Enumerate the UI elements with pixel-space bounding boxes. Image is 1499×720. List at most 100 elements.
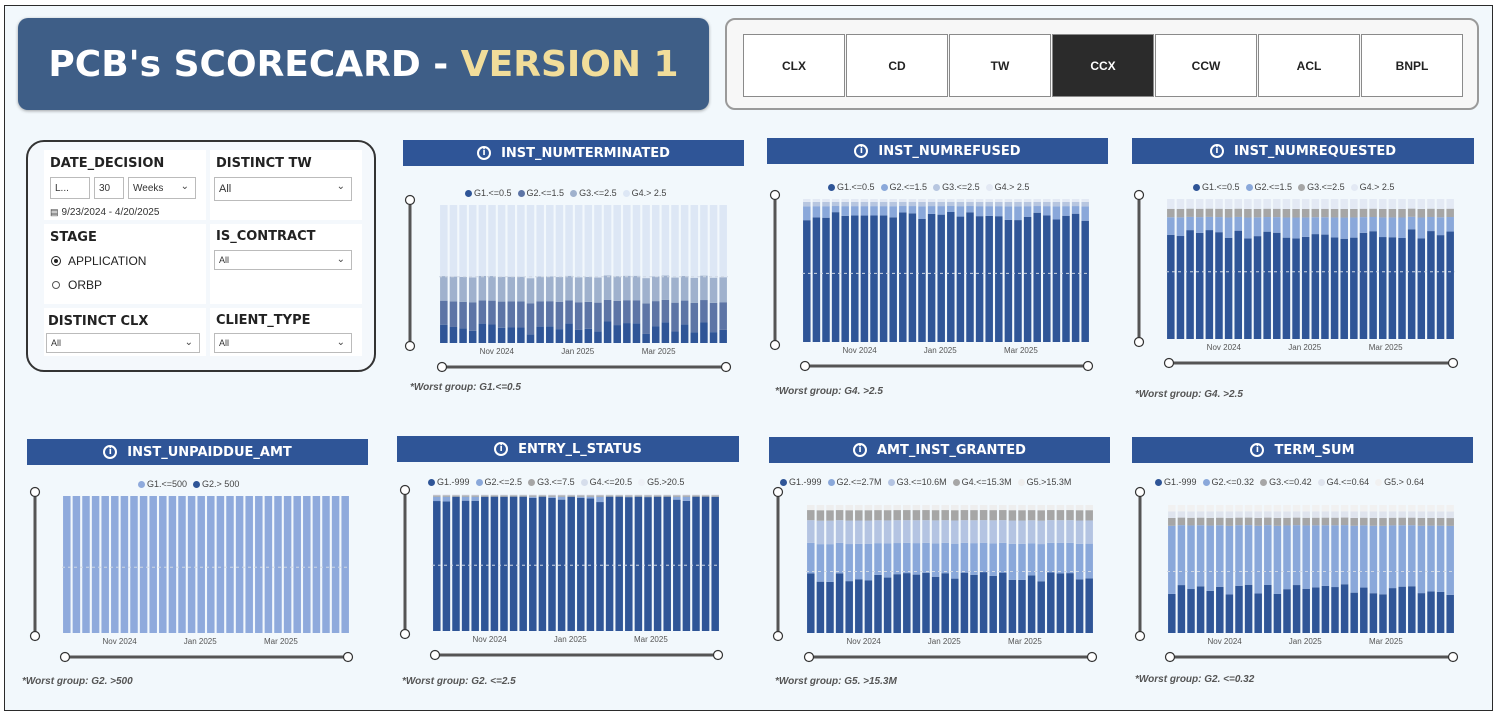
bar-segment[interactable]	[1388, 237, 1397, 339]
bar-segment[interactable]	[922, 520, 930, 543]
bar-segment[interactable]	[1244, 505, 1253, 512]
bar-segment[interactable]	[845, 544, 853, 582]
bar-segment[interactable]	[1235, 511, 1243, 518]
bar-segment[interactable]	[1027, 543, 1036, 576]
bar-segment[interactable]	[1388, 505, 1397, 512]
bar-segment[interactable]	[1417, 208, 1426, 218]
slider-handle[interactable]	[1082, 360, 1094, 372]
bar-segment[interactable]	[1187, 505, 1195, 512]
client-type-select[interactable]: All ⌄	[214, 333, 352, 353]
bar-segment[interactable]	[870, 199, 878, 202]
bar-segment[interactable]	[1350, 199, 1358, 209]
bar-segment[interactable]	[565, 323, 573, 343]
bar-segment[interactable]	[1187, 517, 1195, 526]
bar-segment[interactable]	[1195, 217, 1204, 233]
bar-segment[interactable]	[1427, 511, 1435, 518]
bar-segment[interactable]	[956, 216, 965, 342]
bar-segment[interactable]	[1234, 216, 1243, 231]
bar-segment[interactable]	[1398, 217, 1406, 239]
bar-segment[interactable]	[1254, 593, 1262, 633]
bar-segment[interactable]	[1205, 199, 1214, 209]
bar-segment[interactable]	[975, 201, 984, 207]
bar-segment[interactable]	[719, 205, 727, 278]
bar-segment[interactable]	[1388, 208, 1397, 218]
bar-segment[interactable]	[841, 199, 849, 202]
bar-segment[interactable]	[1008, 543, 1017, 580]
bar-segment[interactable]	[72, 496, 81, 633]
bar-segment[interactable]	[807, 520, 815, 543]
bar-segment[interactable]	[1312, 505, 1320, 512]
date-mode-select[interactable]: L...	[50, 177, 90, 199]
bar-segment[interactable]	[1302, 588, 1310, 633]
bar-segment[interactable]	[966, 199, 974, 202]
bar-segment[interactable]	[1379, 505, 1387, 512]
bar-segment[interactable]	[546, 276, 554, 302]
bar-segment[interactable]	[1052, 206, 1061, 220]
bar-segment[interactable]	[577, 496, 585, 498]
bar-segment[interactable]	[603, 321, 612, 343]
bar-segment[interactable]	[874, 543, 882, 575]
bar-segment[interactable]	[1244, 525, 1253, 585]
bar-segment[interactable]	[947, 206, 955, 212]
bar-segment[interactable]	[663, 495, 671, 497]
bar-segment[interactable]	[903, 520, 911, 543]
bar-segment[interactable]	[682, 495, 691, 497]
bar-segment[interactable]	[1014, 199, 1022, 202]
bar-segment[interactable]	[1196, 525, 1205, 587]
bar-segment[interactable]	[826, 505, 834, 511]
bar-segment[interactable]	[831, 206, 840, 213]
bar-segment[interactable]	[623, 300, 631, 324]
bar-segment[interactable]	[519, 494, 527, 495]
bar-segment[interactable]	[1244, 584, 1253, 633]
bar-segment[interactable]	[690, 302, 699, 333]
bar-segment[interactable]	[187, 496, 196, 633]
bar-segment[interactable]	[1066, 505, 1074, 511]
bar-segment[interactable]	[1205, 208, 1214, 217]
bar-segment[interactable]	[845, 505, 853, 511]
bar-segment[interactable]	[1168, 511, 1176, 519]
bar-segment[interactable]	[1359, 199, 1368, 209]
bar-segment[interactable]	[883, 543, 892, 578]
bar-segment[interactable]	[879, 199, 888, 202]
bar-segment[interactable]	[461, 496, 470, 501]
bar-segment[interactable]	[960, 520, 969, 543]
bar-segment[interactable]	[855, 543, 863, 580]
distinct-clx-select[interactable]: All ⌄	[46, 333, 200, 353]
bar-segment[interactable]	[577, 495, 585, 497]
bar-segment[interactable]	[442, 495, 451, 497]
bar-segment[interactable]	[245, 496, 253, 633]
bar-segment[interactable]	[207, 496, 215, 633]
slider-handle[interactable]	[29, 630, 41, 642]
bar-segment[interactable]	[235, 496, 244, 633]
bar-segment[interactable]	[1331, 505, 1339, 512]
bar-segment[interactable]	[1302, 517, 1310, 526]
bar-segment[interactable]	[468, 330, 477, 343]
bar-segment[interactable]	[1312, 587, 1320, 633]
bar-segment[interactable]	[526, 278, 535, 304]
bar-segment[interactable]	[1043, 206, 1051, 216]
bar-segment[interactable]	[1417, 511, 1426, 518]
bar-segment[interactable]	[1225, 518, 1234, 526]
bar-segment[interactable]	[653, 494, 662, 495]
bar-segment[interactable]	[1215, 208, 1223, 218]
bar-segment[interactable]	[899, 199, 907, 202]
bar-segment[interactable]	[632, 323, 641, 343]
bar-segment[interactable]	[951, 578, 959, 633]
bar-segment[interactable]	[1321, 217, 1329, 235]
bar-segment[interactable]	[1436, 517, 1445, 526]
bar-segment[interactable]	[1225, 525, 1234, 595]
bar-segment[interactable]	[1027, 505, 1036, 511]
bar-segment[interactable]	[1331, 511, 1339, 518]
bar-segment[interactable]	[216, 496, 225, 633]
bar-segment[interactable]	[1379, 525, 1387, 595]
bar-segment[interactable]	[1047, 510, 1055, 521]
bar-segment[interactable]	[625, 494, 633, 495]
bar-segment[interactable]	[1427, 216, 1435, 232]
bar-segment[interactable]	[603, 275, 612, 300]
bar-segment[interactable]	[1047, 520, 1055, 543]
bar-segment[interactable]	[1292, 511, 1301, 518]
bar-segment[interactable]	[500, 494, 508, 495]
bar-segment[interactable]	[1062, 201, 1070, 207]
bar-segment[interactable]	[970, 543, 978, 575]
bar-segment[interactable]	[1062, 215, 1070, 342]
